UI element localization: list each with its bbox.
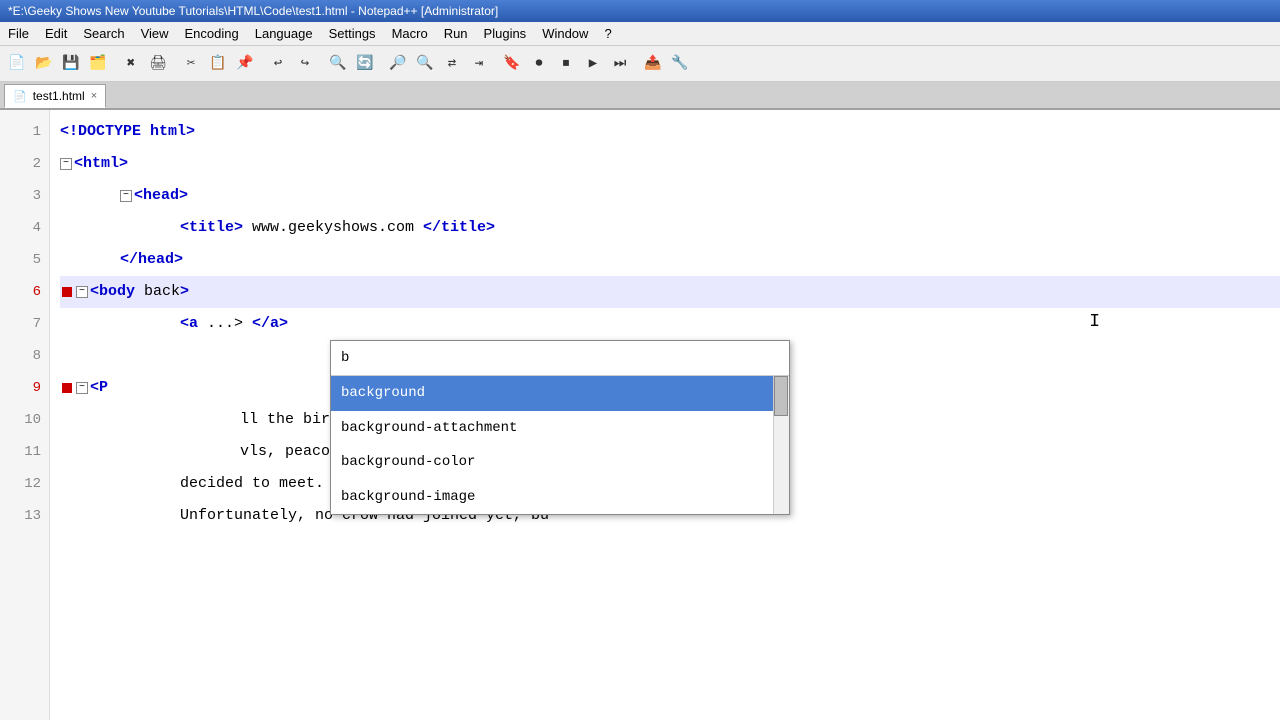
line-num-12: 12 — [8, 468, 41, 500]
code-line-6: − <body back > — [60, 276, 1280, 308]
collapse-2[interactable]: − — [60, 158, 72, 170]
title-text: *E:\Geeky Shows New Youtube Tutorials\HT… — [8, 4, 498, 18]
autocomplete-item-2[interactable]: background-color — [331, 445, 789, 479]
toolbar-paste[interactable]: 📌 — [232, 51, 258, 77]
tab-bar: 📄 test1.html × — [0, 82, 1280, 110]
line4-tag-open: <title> — [180, 216, 243, 240]
line-num-7: 7 — [8, 308, 41, 340]
toolbar-macro-stop[interactable]: ⏹ — [553, 51, 579, 77]
line-num-6: 6 — [8, 276, 41, 308]
autocomplete-typed-text: b — [341, 347, 349, 369]
toolbar-new[interactable]: 📄 — [4, 51, 30, 77]
toolbar-zoom-in[interactable]: 🔎 — [385, 51, 411, 77]
line-num-1: 1 — [8, 116, 41, 148]
line-num-2: 2 — [8, 148, 41, 180]
line6-tag-close: > — [180, 280, 189, 304]
tab-close-button[interactable]: × — [91, 90, 97, 102]
toolbar-bookmark[interactable]: 🔖 — [499, 51, 525, 77]
toolbar-macro-run[interactable]: ⏭ — [607, 51, 633, 77]
code-line-3: − <head> — [60, 180, 1280, 212]
toolbar-redo[interactable]: ↪ — [292, 51, 318, 77]
autocomplete-item-1[interactable]: background-attachment — [331, 411, 789, 445]
title-bar: *E:\Geeky Shows New Youtube Tutorials\HT… — [0, 0, 1280, 22]
collapse-6[interactable]: − — [76, 286, 88, 298]
menu-file[interactable]: File — [0, 22, 37, 45]
line-num-11: 11 — [8, 436, 41, 468]
line-num-3: 3 — [8, 180, 41, 212]
toolbar-launch[interactable]: 📤 — [640, 51, 666, 77]
code-line-4: <title> www.geekyshows.com </title> — [60, 212, 1280, 244]
menu-plugins[interactable]: Plugins — [476, 22, 535, 45]
toolbar-wrap[interactable]: ⇥ — [466, 51, 492, 77]
line-num-5: 5 — [8, 244, 41, 276]
line-num-8: 8 — [8, 340, 41, 372]
toolbar-undo[interactable]: ↩ — [265, 51, 291, 77]
menu-window[interactable]: Window — [534, 22, 596, 45]
line-numbers: 1 2 3 4 5 6 7 8 9 10 11 12 13 — [0, 110, 50, 720]
toolbar-print[interactable]: 🖨 — [145, 51, 171, 77]
line-num-9: 9 — [8, 372, 41, 404]
autocomplete-dropdown: b background background-attachment backg… — [330, 340, 790, 515]
toolbar-sync[interactable]: ⇄ — [439, 51, 465, 77]
breakpoint-6 — [62, 287, 72, 297]
line7-a-open: <a — [180, 312, 198, 336]
line5-content: </head> — [120, 248, 183, 272]
autocomplete-scroll-thumb — [774, 376, 788, 416]
code-line-2: − <html> — [60, 148, 1280, 180]
menu-search[interactable]: Search — [75, 22, 132, 45]
line1-content: <!DOCTYPE html> — [60, 120, 195, 144]
line4-tag-close: </title> — [423, 216, 495, 240]
toolbar-macro-play[interactable]: ▶ — [580, 51, 606, 77]
tab-test1[interactable]: 📄 test1.html × — [4, 84, 106, 108]
toolbar-replace[interactable]: 🔄 — [352, 51, 378, 77]
toolbar-close[interactable]: ✖ — [118, 51, 144, 77]
line-num-4: 4 — [8, 212, 41, 244]
toolbar: 📄 📂 💾 🗂️ ✖ 🖨 ✂ 📋 📌 ↩ ↪ 🔍 🔄 🔎 🔍 ⇄ ⇥ 🔖 ⏺ ⏹… — [0, 46, 1280, 82]
menu-help[interactable]: ? — [596, 22, 619, 45]
line4-text: www.geekyshows.com — [243, 216, 423, 240]
toolbar-extra[interactable]: 🔧 — [667, 51, 693, 77]
toolbar-save-all[interactable]: 🗂️ — [85, 51, 111, 77]
line7-a-close: </a> — [252, 312, 288, 336]
autocomplete-item-3[interactable]: background-image — [331, 480, 789, 514]
line6-tag-open: <body — [90, 280, 135, 304]
tab-filename: test1.html — [33, 89, 85, 103]
collapse-3[interactable]: − — [120, 190, 132, 202]
autocomplete-search-input: b — [331, 341, 789, 376]
toolbar-save[interactable]: 💾 — [58, 51, 84, 77]
line2-content: <html> — [74, 152, 128, 176]
line6-attr: back — [135, 280, 180, 304]
collapse-9[interactable]: − — [76, 382, 88, 394]
code-area: 1 2 3 4 5 6 7 8 9 10 11 12 13 <!DOCTYPE … — [0, 110, 1280, 720]
tab-icon: 📄 — [13, 90, 27, 103]
menu-run[interactable]: Run — [436, 22, 476, 45]
line7-dots: ...> — [198, 312, 243, 336]
code-line-7: <a ...> </a> — [60, 308, 1280, 340]
toolbar-copy[interactable]: 📋 — [205, 51, 231, 77]
autocomplete-scrollbar[interactable] — [773, 376, 789, 514]
toolbar-cut[interactable]: ✂ — [178, 51, 204, 77]
menu-edit[interactable]: Edit — [37, 22, 75, 45]
menu-bar: File Edit Search View Encoding Language … — [0, 22, 1280, 46]
line3-content: <head> — [134, 184, 188, 208]
line-num-10: 10 — [8, 404, 41, 436]
toolbar-open[interactable]: 📂 — [31, 51, 57, 77]
toolbar-find[interactable]: 🔍 — [325, 51, 351, 77]
breakpoint-9 — [62, 383, 72, 393]
menu-language[interactable]: Language — [247, 22, 321, 45]
menu-view[interactable]: View — [133, 22, 177, 45]
toolbar-zoom-out[interactable]: 🔍 — [412, 51, 438, 77]
line7-text — [243, 312, 252, 336]
autocomplete-item-0[interactable]: background — [331, 376, 789, 410]
code-line-5: </head> — [60, 244, 1280, 276]
line-num-13: 13 — [8, 500, 41, 532]
autocomplete-list: background background-attachment backgro… — [331, 376, 789, 514]
menu-settings[interactable]: Settings — [321, 22, 384, 45]
code-line-1: <!DOCTYPE html> — [60, 116, 1280, 148]
menu-encoding[interactable]: Encoding — [177, 22, 247, 45]
code-content[interactable]: <!DOCTYPE html> − <html> − <head> <title… — [50, 110, 1280, 720]
menu-macro[interactable]: Macro — [384, 22, 436, 45]
toolbar-macro-rec[interactable]: ⏺ — [526, 51, 552, 77]
line9-content: <P — [90, 376, 108, 400]
